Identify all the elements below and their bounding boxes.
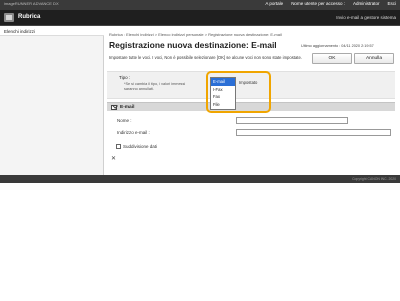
type-option-email[interactable]: E-mail	[211, 78, 235, 86]
product-name: imageRUNNER ADVANCE DX	[4, 1, 59, 6]
login-user-label: Nome utente per accesso :	[291, 1, 345, 6]
name-label: Nome :	[117, 118, 132, 123]
type-option-fax[interactable]: Fax	[211, 93, 235, 101]
split-data-checkbox[interactable]	[116, 144, 121, 149]
app-title: Rubrica	[18, 14, 41, 20]
cancel-button[interactable]: Annulla	[354, 53, 394, 64]
sidebar-item-address-lists[interactable]: Elenchi indirizzi	[0, 27, 104, 36]
type-label: Tipo :	[119, 75, 131, 80]
type-dropdown-list[interactable]: E-mail I-Fax Fax File	[210, 77, 236, 110]
type-note: *Se si cambia il tipo, i valori immessi …	[124, 82, 186, 91]
login-user-value: Administrator	[352, 1, 380, 6]
copyright: Copyright CANON INC. 2020	[352, 177, 396, 181]
footer: Copyright CANON INC. 2020	[0, 175, 400, 183]
ok-button[interactable]: OK	[312, 53, 352, 64]
address-book-icon	[4, 13, 14, 22]
top-bar: imageRUNNER ADVANCE DX A portale Nome ut…	[0, 0, 400, 10]
top-bar-links: A portale Nome utente per accesso : Admi…	[265, 1, 396, 6]
sidebar: Elenchi indirizzi	[0, 27, 104, 175]
email-section-title: E-mail	[120, 105, 135, 110]
email-address-input[interactable]	[236, 129, 391, 136]
split-data-label: Suddivisione dati	[123, 144, 158, 149]
page-title: Registrazione nuova destinazione: E-mail	[109, 40, 277, 50]
portal-link[interactable]: A portale	[265, 1, 283, 6]
envelope-icon	[111, 105, 117, 110]
instruction-message: Impostare tutte le voci. I voci, Non è p…	[109, 55, 302, 60]
type-option-file[interactable]: File	[211, 101, 235, 109]
name-input[interactable]	[236, 117, 348, 124]
type-value-text: Impostato	[239, 80, 258, 85]
type-option-ifax[interactable]: I-Fax	[211, 86, 235, 94]
breadcrumb: Rubrica : Elenchi indirizzi > Elenco ind…	[109, 32, 282, 37]
email-address-label: Indirizzo e-mail :	[117, 130, 150, 135]
send-email-admin-link[interactable]: Invio e-mail a gestore sistema	[336, 15, 396, 20]
logout-link[interactable]: Esci	[387, 1, 396, 6]
app-header: Rubrica Invio e-mail a gestore sistema	[0, 10, 400, 26]
last-updated: Ultimo aggiornamento : 04/11 2020 2:19:5…	[301, 44, 374, 48]
collapse-icon[interactable]: ✕	[111, 155, 116, 162]
